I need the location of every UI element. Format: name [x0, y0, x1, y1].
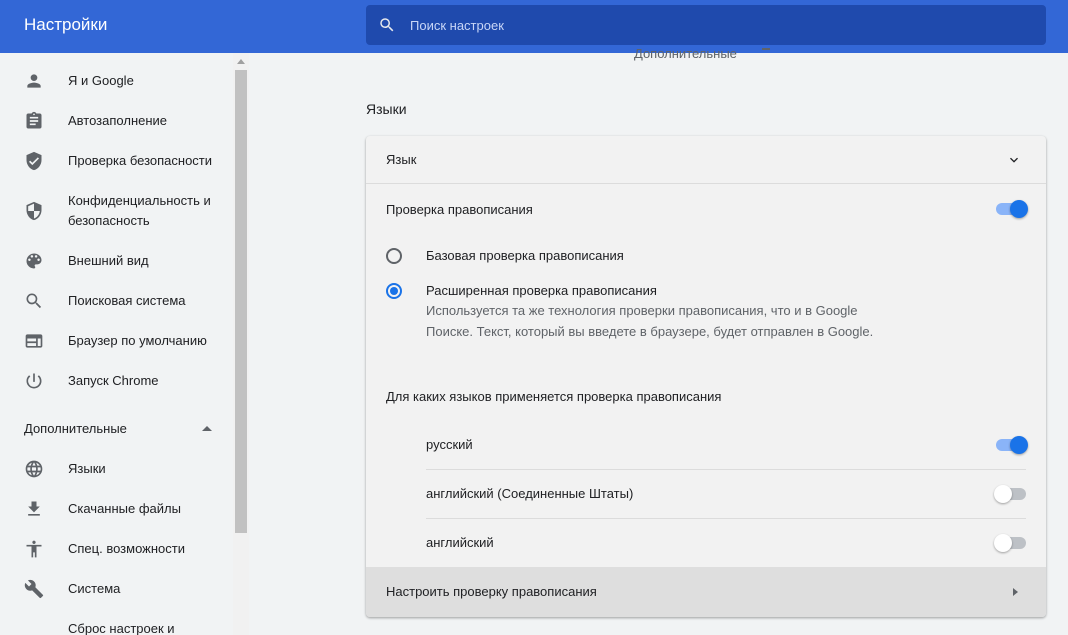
sidebar-item-languages[interactable]: Языки	[0, 459, 233, 479]
collapse-arrow-icon[interactable]	[202, 426, 212, 431]
sidebar-item-label: Языки	[68, 461, 106, 476]
language-name: английский (Соединенные Штаты)	[426, 486, 634, 501]
scroll-up-arrow-icon[interactable]	[237, 59, 245, 64]
sidebar-item-system[interactable]: Система	[0, 579, 233, 599]
spellcheck-languages-label: Для каких языков применяется проверка пр…	[386, 389, 722, 404]
globe-icon	[25, 460, 43, 478]
language-toggle[interactable]	[996, 436, 1028, 454]
spellcheck-toggle[interactable]	[996, 200, 1028, 218]
sidebar-item-search-engine[interactable]: Поисковая система	[0, 291, 233, 311]
language-toggle[interactable]	[994, 534, 1028, 552]
enhanced-spellcheck-label: Расширенная проверка правописания	[426, 283, 657, 298]
sidebar-item-label: Проверка безопасности	[68, 153, 213, 168]
basic-spellcheck-label: Базовая проверка правописания	[426, 248, 624, 263]
clipboard-icon	[26, 111, 42, 129]
language-row[interactable]: Язык	[366, 136, 1046, 184]
sidebar-item-label: Система	[68, 581, 121, 596]
shield-check-icon	[26, 151, 42, 171]
sidebar-item-label: Внешний вид	[68, 253, 149, 268]
advanced-section-header: Дополнительные	[634, 46, 737, 61]
download-icon	[28, 501, 40, 516]
spellcheck-language-row: русский	[426, 421, 1028, 470]
search-icon	[380, 18, 394, 32]
power-icon	[26, 373, 42, 389]
sidebar-item-label: Запуск Chrome	[68, 373, 159, 388]
chevron-down-icon[interactable]	[1006, 152, 1022, 168]
collapse-arrow-icon[interactable]	[762, 48, 770, 50]
enhanced-spellcheck-description: Используется та же технология проверки п…	[426, 303, 874, 339]
sidebar: Я и Google Автозаполнение Проверка безоп…	[0, 53, 233, 635]
accessibility-icon	[26, 540, 42, 558]
sidebar-item-you-and-google[interactable]: Я и Google	[0, 71, 233, 91]
palette-icon	[26, 253, 42, 269]
language-toggle[interactable]	[994, 485, 1028, 503]
sidebar-item-label: Автозаполнение	[68, 113, 168, 128]
sidebar-item-label: Скачанные файлы	[68, 501, 181, 516]
basic-spellcheck-radio[interactable]	[386, 248, 402, 264]
section-title: Языки	[366, 101, 407, 117]
arrow-right-icon	[1013, 588, 1018, 596]
search-box[interactable]	[366, 5, 1046, 45]
sidebar-item-label-line1: Конфиденциальность и	[68, 193, 211, 208]
browser-window-icon	[25, 334, 43, 348]
sidebar-item-downloads[interactable]: Скачанные файлы	[0, 499, 233, 519]
sidebar-item-on-startup[interactable]: Запуск Chrome	[0, 371, 233, 391]
sidebar-item-label: Браузер по умолчанию	[68, 333, 207, 348]
languages-card: Язык Проверка правописания Базовая прове…	[366, 136, 1046, 617]
sidebar-item-label-line2: безопасность	[68, 213, 150, 228]
language-row-label: Язык	[386, 152, 417, 167]
sidebar-item-appearance[interactable]: Внешний вид	[0, 251, 233, 271]
customize-spellcheck-label: Настроить проверку правописания	[386, 584, 597, 599]
person-icon	[27, 74, 41, 88]
language-name: английский	[426, 535, 494, 550]
spellcheck-label: Проверка правописания	[386, 202, 533, 217]
sidebar-item-reset[interactable]: Сброс настроек и	[0, 619, 233, 635]
app-header: Настройки	[0, 0, 1068, 53]
scrollbar-thumb[interactable]	[235, 70, 247, 533]
sidebar-item-accessibility[interactable]: Спец. возможности	[0, 539, 233, 559]
sidebar-item-safety-check[interactable]: Проверка безопасности	[0, 151, 233, 171]
search-icon	[26, 293, 42, 309]
sidebar-item-label: Сброс настроек и	[68, 621, 175, 635]
spellcheck-language-row: английский (Соединенные Штаты)	[426, 470, 1026, 519]
search-input[interactable]	[410, 5, 1010, 45]
sidebar-advanced-header[interactable]: Дополнительные	[24, 421, 127, 436]
spellcheck-language-row: английский	[426, 519, 1026, 568]
enhanced-spellcheck-radio[interactable]	[386, 283, 402, 299]
sidebar-item-label: Я и Google	[68, 73, 134, 88]
sidebar-item-label: Поисковая система	[68, 293, 186, 308]
sidebar-item-autofill[interactable]: Автозаполнение	[0, 111, 233, 131]
language-name: русский	[426, 437, 473, 452]
wrench-icon	[24, 579, 44, 599]
shield-half-icon	[26, 201, 42, 221]
sidebar-scrollbar[interactable]	[233, 53, 249, 635]
sidebar-item-default-browser[interactable]: Браузер по умолчанию	[0, 331, 233, 351]
sidebar-item-privacy[interactable]: Конфиденциальность и безопасность	[0, 191, 233, 231]
sidebar-item-label: Спец. возможности	[68, 541, 185, 556]
page-title: Настройки	[24, 15, 108, 34]
customize-spellcheck-row[interactable]: Настроить проверку правописания	[366, 567, 1046, 617]
